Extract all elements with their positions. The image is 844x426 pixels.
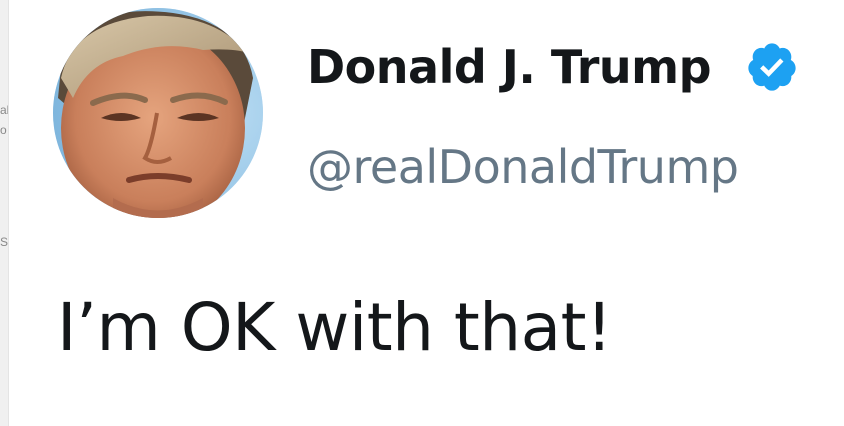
left-edge-line-3: S — [0, 235, 8, 249]
left-edge-line-2: o — [0, 123, 7, 137]
left-edge-line-1: al — [0, 103, 8, 117]
verified-badge-icon — [748, 43, 796, 91]
display-name[interactable]: Donald J. Trump — [307, 38, 712, 96]
user-handle[interactable]: @realDonaldTrump — [307, 138, 739, 196]
avatar-photo — [53, 8, 263, 218]
tweet-text: I’m OK with that! — [57, 289, 612, 366]
tweet-card: Donald J. Trump @realDonaldTrump I’m OK … — [8, 0, 844, 426]
avatar[interactable] — [53, 8, 263, 218]
left-edge-text: al o S — [0, 100, 8, 252]
